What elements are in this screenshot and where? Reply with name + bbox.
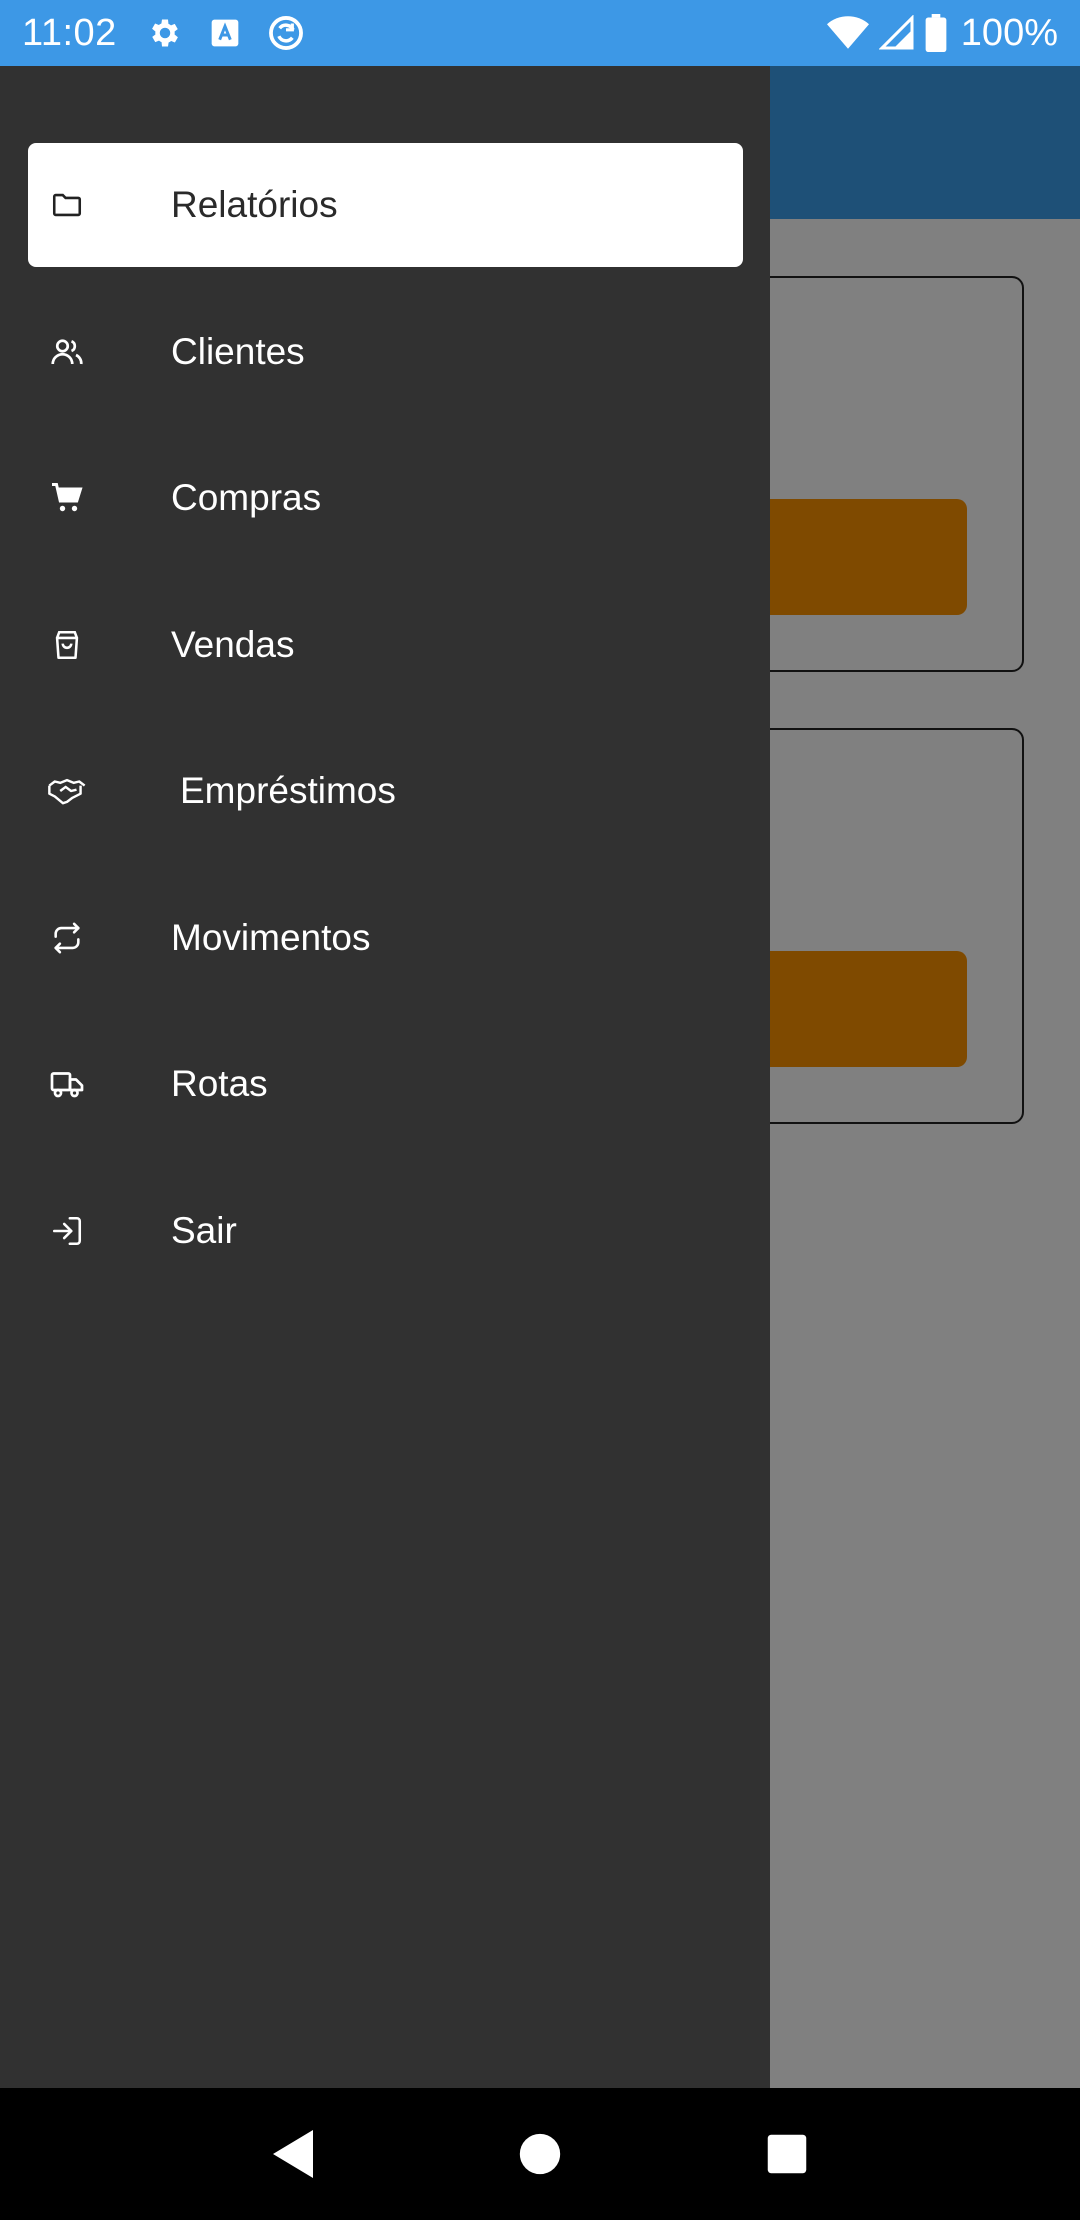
drawer-item-sair[interactable]: Sair bbox=[28, 1169, 743, 1293]
folder-icon bbox=[48, 186, 86, 224]
recents-icon[interactable] bbox=[747, 2114, 827, 2194]
sync-circle-icon bbox=[267, 14, 305, 52]
users-icon bbox=[48, 333, 86, 371]
signal-icon bbox=[878, 15, 915, 51]
battery-percentage: 100% bbox=[960, 11, 1058, 54]
login-icon bbox=[48, 1212, 86, 1250]
navigation-bar bbox=[0, 2088, 1080, 2220]
status-time: 11:02 bbox=[22, 11, 117, 54]
status-left: 11:02 bbox=[22, 12, 331, 55]
drawer-item-emprestimos[interactable]: Empréstimos bbox=[28, 729, 743, 853]
back-icon[interactable] bbox=[253, 2114, 333, 2194]
drawer-item-label: Compras bbox=[171, 477, 322, 518]
drawer-item-label: Rotas bbox=[171, 1063, 268, 1104]
a-box-icon bbox=[209, 17, 241, 49]
handshake-icon bbox=[48, 772, 86, 810]
drawer-item-label: Movimentos bbox=[171, 916, 371, 958]
drawer-item-compras[interactable]: Compras bbox=[28, 436, 743, 560]
bag-icon bbox=[48, 626, 86, 664]
gear-icon bbox=[147, 15, 183, 51]
navigation-drawer: Relatórios Clientes Compras Vendas Empré… bbox=[0, 66, 770, 2088]
status-right: 100% bbox=[826, 11, 1058, 55]
drawer-item-label: Clientes bbox=[171, 330, 305, 372]
drawer-item-rotas[interactable]: Rotas bbox=[28, 1022, 743, 1146]
repeat-icon bbox=[48, 919, 86, 957]
home-icon[interactable] bbox=[500, 2114, 580, 2194]
drawer-item-label: Sair bbox=[171, 1209, 237, 1251]
drawer-menu: Relatórios Clientes Compras Vendas Empré… bbox=[28, 143, 743, 1315]
drawer-item-relatorios[interactable]: Relatórios bbox=[28, 143, 743, 267]
drawer-item-vendas[interactable]: Vendas bbox=[28, 583, 743, 707]
truck-icon bbox=[48, 1065, 86, 1103]
drawer-item-clientes[interactable]: Clientes bbox=[28, 290, 743, 414]
drawer-item-movimentos[interactable]: Movimentos bbox=[28, 876, 743, 1000]
battery-icon bbox=[925, 14, 947, 52]
wifi-icon bbox=[826, 15, 869, 51]
drawer-item-label: Relatórios bbox=[171, 184, 338, 225]
status-bar: 11:02 100% bbox=[0, 0, 1080, 66]
drawer-item-label: Empréstimos bbox=[180, 770, 396, 811]
drawer-item-label: Vendas bbox=[171, 623, 295, 665]
cart-icon bbox=[48, 479, 86, 517]
screen: 11:02 100% Relatórios Clientes Compras V… bbox=[0, 0, 1080, 2220]
